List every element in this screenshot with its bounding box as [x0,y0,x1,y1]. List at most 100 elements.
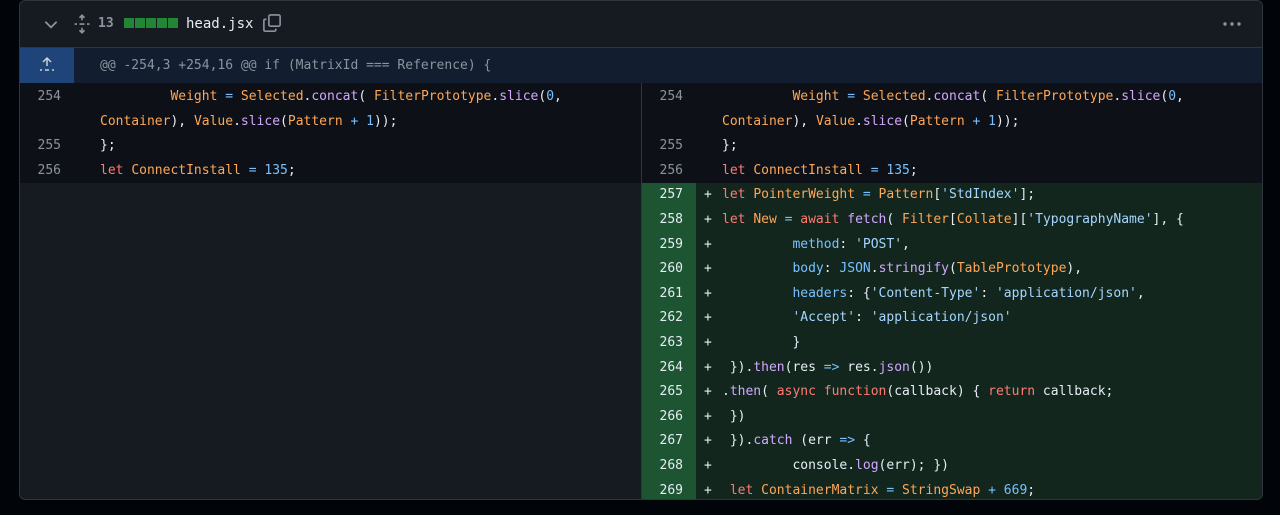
diff-row: 258 + let New = await fetch( Filter[Collat… [642,208,1262,233]
addition-marker: + [704,482,712,498]
code-token: ( [358,89,374,104]
addition-marker: + [704,212,712,227]
code-token: PointerWeight [753,187,856,203]
code-token: Pattern [909,113,965,129]
code-token: = [862,187,871,203]
more-options-icon[interactable] [1220,13,1244,35]
code-token: , [1176,89,1184,104]
code-token: 'Accept' [792,310,856,326]
code-line: .then( async function(callback) { return… [722,380,1113,405]
line-number[interactable]: 259 [642,232,696,258]
code-token: ( [886,212,903,227]
diffstat-block [168,18,178,28]
line-number[interactable]: 256 [20,159,74,184]
code-line: let New = await fetch( Filter[Collate]['… [722,208,1184,233]
code-token: json [878,359,910,375]
code-token: (err); }) [878,458,949,473]
line-number[interactable]: 255 [20,134,74,159]
line-number[interactable] [20,110,74,135]
line-number[interactable]: 268 [642,454,696,479]
diff-row: Container), Value.slice(Pattern + 1)); [642,110,1262,135]
code-line: let ContainerMatrix = StringSwap + 669; [722,479,1036,499]
code-line: }; [100,134,116,159]
line-number[interactable]: 256 [642,159,696,184]
code-token: FilterPrototype [373,89,492,104]
line-number[interactable]: 261 [642,281,696,307]
code-token: ), [792,113,816,129]
code-line: Weight = Selected.concat( FilterPrototyp… [722,85,1184,110]
code-token: ; [287,162,296,178]
code-token: ( [538,89,547,104]
diff-pane-left: 254 Weight = Selected.concat( FilterProt… [20,83,641,499]
code-token: }) [722,408,746,424]
line-number[interactable]: 260 [642,257,696,282]
code-token: Weight [792,89,840,104]
chevron-down-icon[interactable] [42,15,60,33]
code-token: headers [792,285,848,301]
line-number[interactable] [642,110,696,135]
code-token: , [554,89,562,104]
copy-icon[interactable] [262,13,282,33]
code-token: res. [839,359,879,375]
code-token: (res [784,359,824,375]
code-token: ), [170,113,194,129]
code-token: fetch [847,212,887,227]
file-name[interactable]: head.jsx [186,14,253,34]
code-token: 'Content-Type' [870,285,981,301]
code-token: TablePrototype [956,261,1067,277]
code-token: (err [792,433,840,449]
code-token: Weight [170,89,218,104]
diff-row: 259 + method: 'POST', [642,232,1262,258]
empty-placeholder [20,183,641,499]
code-token: )); [995,113,1020,129]
code-token: }; [100,138,116,154]
addition-marker: + [704,359,712,375]
code-token: = [847,89,856,104]
code-token: . [722,384,730,400]
line-number[interactable]: 255 [642,134,696,159]
line-number[interactable]: 265 [642,380,696,405]
diff-row: 265 + .then( async function(callback) { re… [642,380,1262,405]
diff-row: 266 + }) [642,404,1262,430]
line-number[interactable]: 269 [642,478,696,499]
line-number[interactable]: 254 [642,85,696,110]
line-number[interactable]: 257 [642,183,696,208]
line-number[interactable]: 267 [642,429,696,454]
code-line: method: 'POST', [722,233,909,258]
code-line: console.log(err); }) [722,454,949,479]
line-number[interactable]: 266 [642,404,696,430]
diff-row: 268 + console.log(err); }) [642,454,1262,479]
line-number[interactable]: 262 [642,306,696,331]
line-number[interactable]: 264 [642,355,696,381]
code-token: ; [1027,482,1036,498]
line-number[interactable]: 258 [642,208,696,233]
addition-marker: + [704,187,712,203]
code-token: catch [753,433,793,449]
code-token: ConnectInstall [131,162,241,178]
diff-row: 256 let ConnectInstall = 135; [642,159,1262,184]
line-number[interactable]: 254 [20,85,74,110]
expand-up-button[interactable] [20,48,74,83]
code-token: ( [949,261,957,277]
diff-row: 255}; [642,134,1262,159]
code-token: 'StdIndex' [941,187,1020,203]
code-token: slice [1121,89,1161,104]
code-token: [ [949,212,957,227]
code-token: }). [722,359,754,375]
code-token: body [792,261,824,277]
code-token: , [1136,285,1145,301]
code-token: StringSwap [902,482,981,498]
expand-all-icon[interactable] [72,14,92,34]
code-token: concat [311,89,359,104]
code-token: Pattern [878,187,934,203]
addition-marker: + [704,335,712,350]
line-number[interactable]: 263 [642,331,696,356]
code-line: headers: {'Content-Type': 'application/j… [722,282,1145,307]
code-token: 1 [366,113,374,129]
